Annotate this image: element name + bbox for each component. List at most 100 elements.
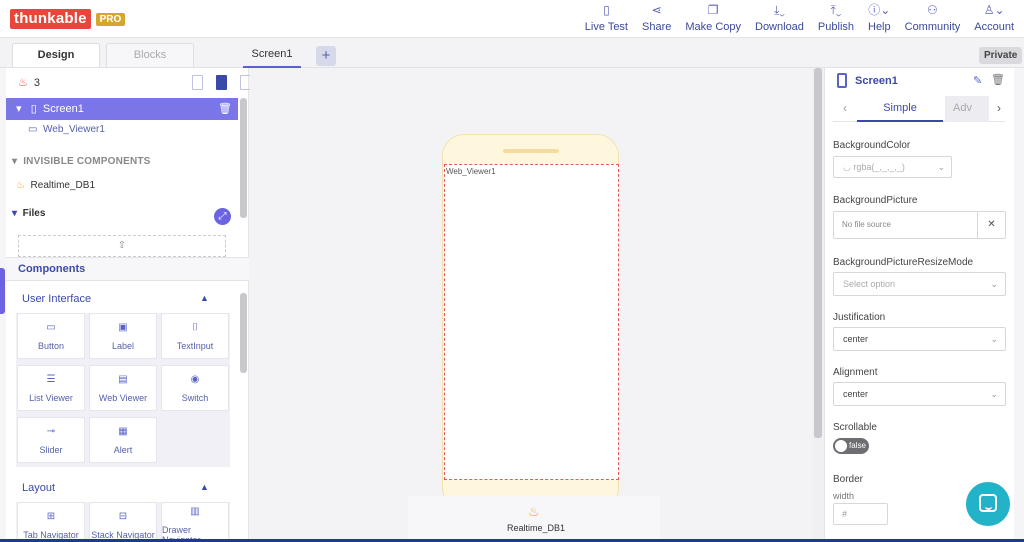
logo-text: thunkable (10, 9, 91, 29)
tree-item-realtime-db[interactable]: ♨ Realtime_DB1 (16, 180, 95, 191)
tab-screen1[interactable]: Screen1 (243, 44, 301, 68)
tree-scrollbar[interactable] (240, 98, 247, 218)
tree-screen-label: Screen1 (42, 103, 84, 115)
chat-support-button[interactable] (966, 482, 1010, 526)
download-button[interactable]: ⤓⌄ Download (755, 3, 804, 33)
invisible-components-header[interactable]: ▾ INVISIBLE COMPONENTS (12, 156, 151, 167)
canvas-scrollbar-thumb[interactable] (814, 68, 822, 438)
component-web-viewer[interactable]: ▤ Web Viewer (89, 365, 157, 411)
component-slider[interactable]: ⊸ Slider (17, 417, 85, 463)
fire-icon[interactable]: ♨ (528, 504, 540, 520)
publish-button[interactable]: ⤒⌄ Publish (818, 3, 854, 33)
phone-icon (837, 73, 847, 88)
component-textinput[interactable]: ⌷ TextInput (161, 313, 229, 359)
resize-mode-select[interactable]: Select option ⌄ (833, 272, 1006, 296)
account-label: Account (974, 21, 1014, 33)
phone-icon: ▯ (603, 3, 610, 17)
screen-icon: ▯ (30, 103, 37, 115)
component-list-viewer[interactable]: ☰ List Viewer (17, 365, 85, 411)
chevron-up-icon[interactable]: ▲ (200, 293, 209, 303)
tab-design[interactable]: Design (12, 43, 100, 67)
files-header[interactable]: ▾ Files (12, 208, 45, 219)
component-label[interactable]: ▣ Label (89, 313, 157, 359)
download-label: Download (755, 21, 804, 33)
border-width-input[interactable]: # (833, 503, 888, 525)
fire-icon: ♨ (18, 77, 28, 89)
background-picture-label: BackgroundPicture (833, 195, 918, 206)
web-viewer-component[interactable]: Web_Viewer1 (446, 167, 496, 176)
files-label: Files (22, 208, 46, 219)
justification-label: Justification (833, 312, 886, 323)
component-alert[interactable]: ▦ Alert (89, 417, 157, 463)
trash-icon[interactable]: 🗑 (218, 98, 232, 120)
component-label: Stack Navigator (91, 530, 155, 539)
component-drawer-navigator[interactable]: ▥ Drawer Navigator (161, 502, 229, 539)
alignment-select[interactable]: center ⌄ (833, 382, 1006, 406)
background-picture-input[interactable]: No file source (833, 211, 978, 239)
community-button[interactable]: ⚇ Community (905, 3, 961, 33)
tab-blocks[interactable]: Blocks (106, 43, 194, 67)
tree-item-web-viewer[interactable]: ▭ Web_Viewer1 (28, 124, 105, 135)
phone-screen[interactable]: Web_Viewer1 (444, 164, 619, 480)
left-panel: ♨ 3 ▾ ▯ Screen1 🗑 ▭ Web_Viewer1 ▾ INVISIB… (6, 68, 251, 542)
toggle-knob (835, 440, 847, 452)
make-copy-button[interactable]: ❐ Make Copy (685, 3, 741, 33)
privacy-badge[interactable]: Private (979, 47, 1023, 64)
chevron-up-icon[interactable]: ▲ (200, 482, 209, 492)
canvas-scrollbar[interactable] (812, 68, 824, 542)
realtime-db-label[interactable]: Realtime_DB1 (507, 523, 565, 533)
justification-select[interactable]: center ⌄ (833, 327, 1006, 351)
scrollable-value: false (849, 441, 866, 450)
tab-advanced[interactable]: Adv (945, 96, 989, 122)
account-button[interactable]: ♙⌄ Account (974, 3, 1014, 33)
tab-simple[interactable]: Simple (857, 96, 943, 122)
component-label: Switch (181, 393, 209, 403)
caret-down-icon: ▾ (16, 103, 22, 115)
add-screen-button[interactable]: + (316, 46, 336, 66)
copy-icon: ❐ (707, 3, 719, 17)
component-label: Drawer Navigator (162, 525, 201, 539)
user-icon: ♙⌄ (983, 3, 1005, 17)
panel-toggle-handle[interactable] (0, 268, 5, 314)
component-label: Alert (113, 445, 133, 455)
expand-icon[interactable]: ⤢ (214, 208, 231, 225)
tablet-icon[interactable] (192, 75, 203, 90)
fire-icon: ♨ (16, 180, 25, 191)
tab-navigator-icon: ⊞ (46, 511, 56, 522)
justification-value: center (843, 334, 869, 344)
community-label: Community (904, 21, 961, 33)
tabs-row: Design Blocks Screen1 + Private (0, 38, 1024, 68)
clear-icon[interactable]: ✕ (977, 211, 1006, 239)
component-stack-navigator[interactable]: ⊟ Stack Navigator (89, 502, 157, 539)
resize-mode-value: Select option (843, 279, 896, 289)
alignment-label: Alignment (833, 367, 878, 378)
tree-item-screen1[interactable]: ▾ ▯ Screen1 🗑 (6, 98, 238, 120)
chat-icon (979, 494, 997, 512)
component-switch[interactable]: ◉ Switch (161, 365, 229, 411)
chevron-left-icon[interactable]: ‹ (843, 101, 847, 115)
file-upload-dropzone[interactable]: ⇧ (18, 235, 226, 257)
live-test-button[interactable]: ▯ Live Test (585, 3, 628, 33)
trash-icon[interactable]: 🗑 (991, 73, 1005, 86)
share-button[interactable]: ⋖ Share (642, 3, 671, 33)
scrollable-toggle[interactable]: false (833, 438, 869, 454)
color-swatch-icon: ◡ (843, 162, 854, 172)
component-label: Button (37, 341, 65, 351)
help-button[interactable]: ⓘ⌄ Help (868, 3, 891, 33)
component-label: Tab Navigator (23, 530, 79, 539)
chevron-right-icon[interactable]: › (997, 101, 1001, 115)
chevron-down-icon: ⌄ (937, 162, 945, 172)
component-tab-navigator[interactable]: ⊞ Tab Navigator (17, 502, 85, 539)
live-test-label: Live Test (584, 21, 628, 33)
background-color-picker[interactable]: ◡ rgba(_,_,_,_) ⌄ (833, 156, 952, 178)
phone-selected-icon[interactable] (216, 75, 227, 90)
components-scrollbar[interactable] (240, 293, 247, 373)
caret-down-icon: ▾ (12, 156, 18, 167)
component-button[interactable]: ▭ Button (17, 313, 85, 359)
ui-category-label[interactable]: User Interface (22, 293, 91, 305)
pencil-icon[interactable]: ✎ (973, 74, 982, 87)
phone-preview[interactable]: Web_Viewer1 (442, 134, 619, 510)
component-label: Label (111, 341, 135, 351)
layout-category-label[interactable]: Layout (22, 482, 55, 494)
thunkable-logo[interactable]: thunkable PRO (10, 9, 126, 29)
